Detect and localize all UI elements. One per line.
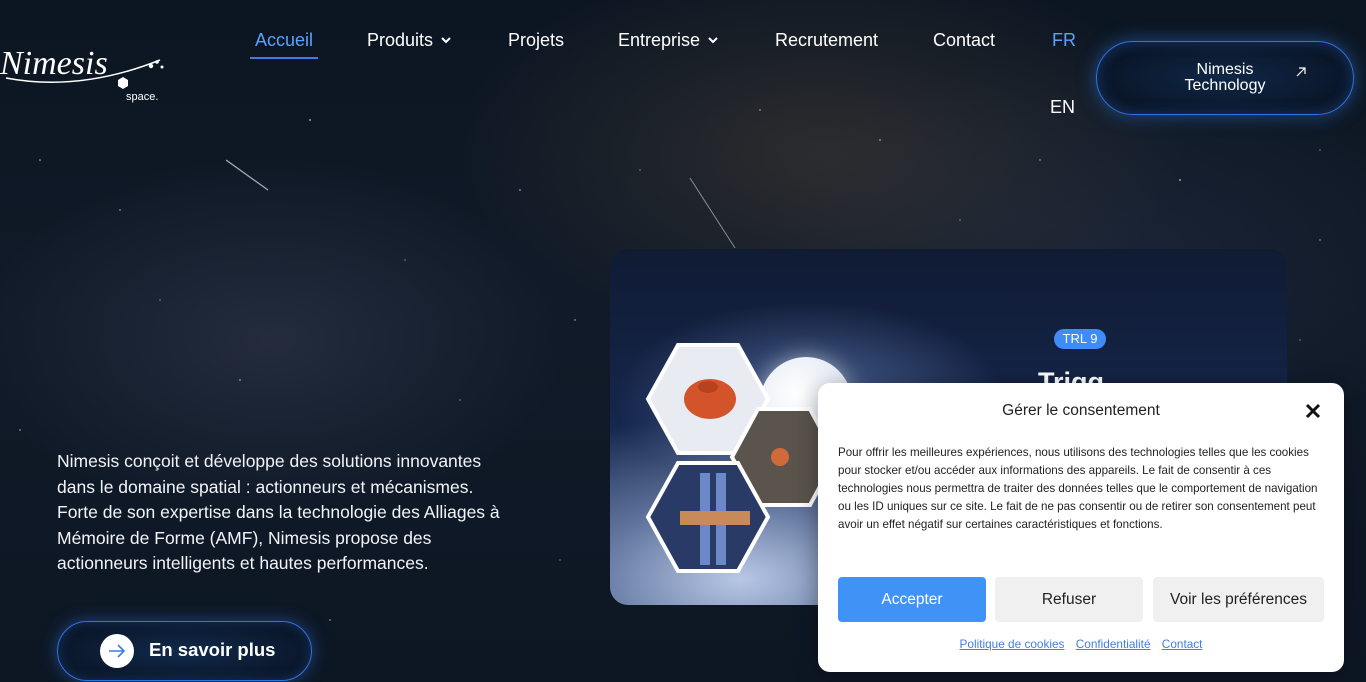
nav-contact[interactable]: Contact (933, 28, 995, 60)
preferences-button[interactable]: Voir les préférences (1153, 577, 1324, 622)
nav-projets[interactable]: Projets (508, 28, 564, 60)
svg-text:Nimesis: Nimesis (0, 45, 108, 82)
nav-label: Projets (508, 30, 565, 50)
consent-body: Pour offrir les meilleures expériences, … (838, 446, 1318, 531)
refuse-button[interactable]: Refuser (995, 577, 1143, 622)
nimesis-technology-button[interactable]: Nimesis Technology (1096, 41, 1354, 115)
lang-fr-link[interactable]: FR (1052, 30, 1076, 51)
cookie-policy-link[interactable]: Politique de cookies (960, 637, 1065, 651)
chevron-down-icon (708, 37, 718, 44)
nav-label: Contact (933, 30, 996, 50)
tech-button-label: Nimesis Technology (1184, 61, 1266, 94)
arrow-right-icon (109, 644, 126, 658)
arrow-circle (100, 634, 134, 668)
svg-text:space.: space. (126, 91, 158, 103)
consent-links: Politique de cookies Confidentialité Con… (818, 637, 1344, 651)
chevron-down-icon (441, 37, 451, 44)
hero-description: Nimesis conçoit et développe des solutio… (57, 451, 500, 573)
nav-label: Accueil (255, 30, 314, 50)
accept-button[interactable]: Accepter (838, 577, 986, 622)
cta-label: En savoir plus (149, 639, 276, 660)
nav-label: Entreprise (618, 30, 701, 50)
nav-produits[interactable]: Produits (367, 28, 451, 60)
arrow-up-right-icon (1296, 67, 1306, 77)
en-savoir-plus-button[interactable]: En savoir plus (57, 621, 312, 681)
contact-link[interactable]: Contact (1162, 637, 1203, 651)
privacy-link[interactable]: Confidentialité (1076, 637, 1151, 651)
consent-title: Gérer le consentement (1002, 402, 1160, 419)
trl-badge: TRL 9 (1054, 329, 1106, 349)
nimesis-logo[interactable]: Nimesis space. (0, 44, 170, 106)
nav-label: Recrutement (775, 30, 879, 50)
close-icon[interactable] (1304, 402, 1322, 420)
nav-accueil[interactable]: Accueil (249, 28, 319, 60)
nav-recrutement[interactable]: Recrutement (775, 28, 878, 60)
lang-en-link[interactable]: EN (1050, 97, 1075, 118)
cookie-consent-dialog: Gérer le consentement Pour offrir les me… (818, 383, 1344, 672)
nav-entreprise[interactable]: Entreprise (618, 28, 718, 60)
nav-label: Produits (367, 30, 434, 50)
